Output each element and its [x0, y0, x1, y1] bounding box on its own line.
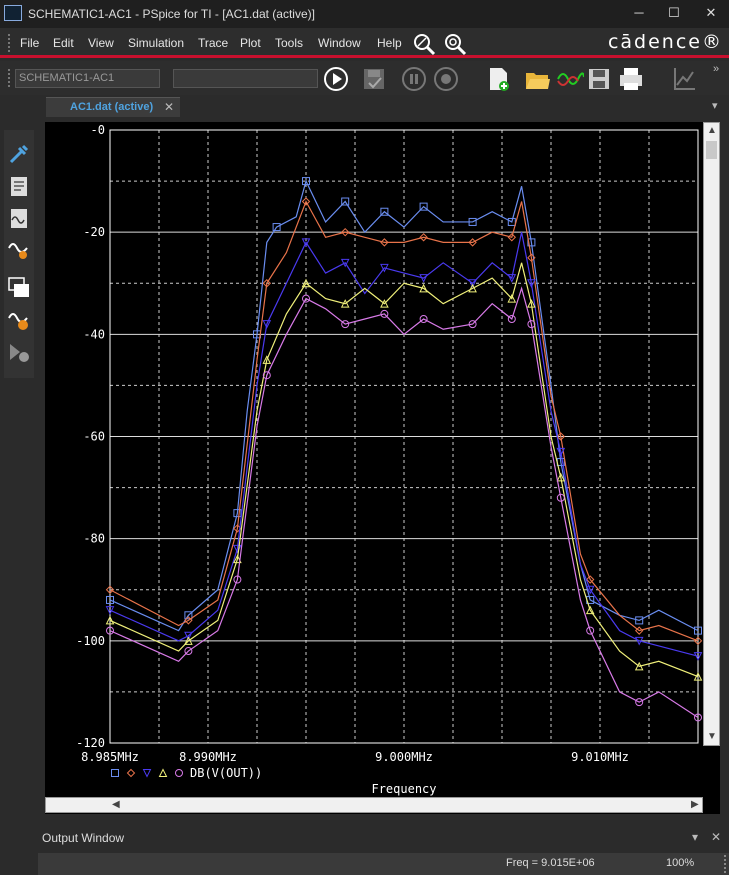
y-tick-label: -0 — [91, 123, 105, 137]
zoom-area-icon[interactable] — [412, 32, 436, 56]
maximize-button[interactable]: ☐ — [662, 3, 686, 23]
x-tick-label: 8.990MHz — [179, 750, 237, 764]
waveform-edit-icon[interactable] — [7, 308, 31, 332]
y-tick-label: -80 — [83, 532, 105, 546]
pause-icon[interactable] — [400, 65, 428, 93]
save-icon[interactable] — [585, 65, 613, 93]
status-zoom: 100% — [666, 857, 695, 869]
scroll-right-icon[interactable]: ▶ — [691, 799, 699, 810]
output-pin-icon[interactable]: ▾ — [692, 830, 698, 844]
waveform-document-icon[interactable] — [7, 206, 31, 230]
toolbar-overflow-icon[interactable]: » — [713, 63, 719, 75]
tab-bar: AC1.dat (active) ✕ ▾ — [0, 95, 729, 119]
x-axis-label: Frequency — [371, 782, 436, 796]
y-tick-label: -60 — [83, 430, 105, 444]
menu-plot[interactable]: Plot — [240, 36, 261, 50]
vertical-scrollbar[interactable]: ▲ ▼ — [703, 122, 720, 746]
y-tick-label: -20 — [83, 225, 105, 239]
scroll-thumb[interactable] — [706, 141, 717, 159]
menu-edit[interactable]: Edit — [53, 36, 74, 50]
marker-triangle-down — [142, 769, 152, 778]
marker-triangle-up — [158, 768, 168, 777]
menu-window[interactable]: Window — [318, 36, 361, 50]
status-frequency: Freq = 9.015E+06 — [506, 857, 595, 869]
scroll-left-icon[interactable]: ◀ — [112, 799, 120, 810]
chart-svg[interactable]: -0 -20 -40 -60 -80 -100 -1208.985MHz 8.990MHz 9.… — [45, 122, 720, 814]
y-tick-label: -120 — [76, 736, 105, 750]
horizontal-scrollbar[interactable]: ◀ ▶ — [45, 797, 703, 813]
tab-list-chevron-icon[interactable]: ▾ — [712, 99, 718, 112]
save-check-icon[interactable] — [360, 65, 388, 93]
y-tick-label: -100 — [76, 634, 105, 648]
window-title: SCHEMATIC1-AC1 - PSpice for TI - [AC1.da… — [28, 7, 315, 21]
tab-label: AC1.dat (active) — [70, 101, 154, 113]
menu-grip[interactable] — [8, 34, 11, 52]
open-folder-icon[interactable] — [523, 65, 551, 93]
stop-icon[interactable] — [432, 65, 460, 93]
x-tick-label: 9.010MHz — [571, 750, 629, 764]
menu-tools[interactable]: Tools — [275, 36, 303, 50]
add-trace-icon[interactable] — [7, 142, 31, 166]
x-tick-label: 8.985MHz — [81, 750, 139, 764]
marker-diamond — [126, 768, 136, 778]
toolbar-grip[interactable] — [8, 69, 11, 87]
marker-circle — [175, 769, 183, 777]
scroll-down-icon[interactable]: ▼ — [707, 731, 717, 742]
probe-plot-window[interactable]: -0 -20 -40 -60 -80 -100 -120 8.985MHz 8.990MHz 9.… — [45, 122, 720, 814]
tab-close-icon[interactable]: ✕ — [164, 100, 174, 114]
menu-view[interactable]: View — [88, 36, 114, 50]
left-tool-strip — [4, 130, 34, 378]
title-bar: SCHEMATIC1-AC1 - PSpice for TI - [AC1.da… — [0, 0, 729, 28]
axis-settings-icon[interactable] — [670, 65, 698, 93]
menu-trace[interactable]: Trace — [198, 36, 228, 50]
print-icon[interactable] — [617, 65, 645, 93]
document-list-icon[interactable] — [7, 174, 31, 198]
toolbar: SCHEMATIC1-AC1 » — [0, 61, 729, 95]
output-window-title: Output Window — [42, 831, 125, 845]
secondary-field[interactable] — [173, 69, 318, 88]
zoom-fit-icon[interactable] — [443, 32, 467, 56]
legend-label: DB(V(OUT)) — [190, 766, 262, 780]
menu-bar: File Edit View Simulation Trace Plot Too… — [0, 28, 729, 58]
marker-square — [111, 769, 119, 777]
scroll-up-icon[interactable]: ▲ — [707, 125, 717, 136]
cadence-logo: cādence® — [607, 31, 723, 53]
simulation-profile-field[interactable]: SCHEMATIC1-AC1 — [15, 69, 160, 88]
minimize-button[interactable]: ─ — [627, 3, 651, 23]
tab-ac1-dat[interactable]: AC1.dat (active) ✕ — [46, 97, 180, 117]
output-close-icon[interactable]: ✕ — [711, 830, 721, 844]
menu-simulation[interactable]: Simulation — [128, 36, 184, 50]
run-icon[interactable] — [322, 65, 350, 93]
delete-marker-icon[interactable] — [7, 340, 31, 364]
waveform-search-icon[interactable] — [7, 238, 31, 262]
window-cascade-icon[interactable] — [7, 276, 31, 300]
waveform-icon[interactable] — [556, 65, 584, 93]
new-plot-icon[interactable] — [485, 65, 513, 93]
menu-help[interactable]: Help — [377, 36, 402, 50]
y-tick-label: -40 — [83, 327, 105, 341]
menu-file[interactable]: File — [20, 36, 39, 50]
status-bar: Freq = 9.015E+06 100% — [38, 853, 729, 875]
close-button[interactable]: ✕ — [699, 3, 723, 23]
output-window-header: Output Window ▾ ✕ — [38, 826, 729, 848]
x-tick-label: 9.000MHz — [375, 750, 433, 764]
resize-grip[interactable] — [708, 855, 726, 873]
pspice-app-icon — [4, 5, 22, 21]
